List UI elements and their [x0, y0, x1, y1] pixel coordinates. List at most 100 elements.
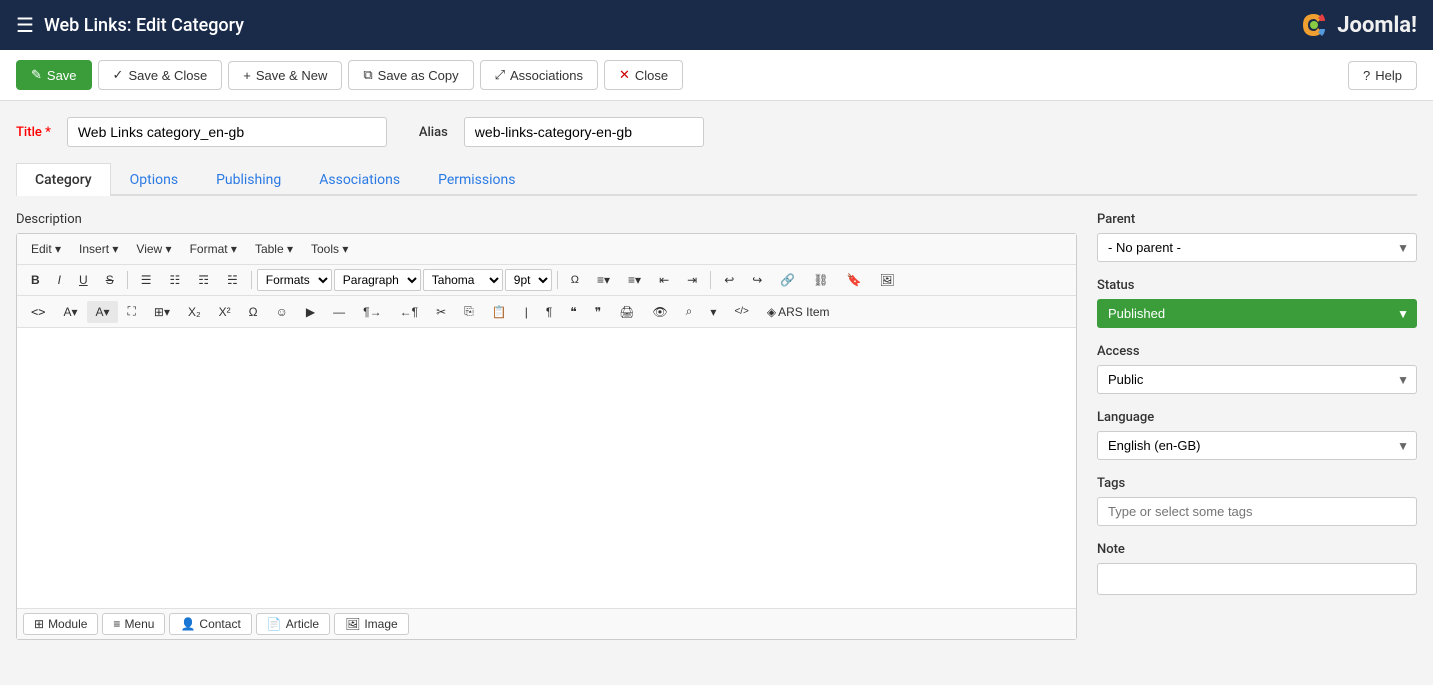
note-label: Note [1097, 542, 1417, 557]
module-button[interactable]: ⊞ Module [23, 613, 98, 635]
align-center-button[interactable]: ☷ [161, 269, 188, 291]
editor-menu-table[interactable]: Table ▾ [247, 238, 301, 260]
outdent-button[interactable]: ⇤ [651, 269, 677, 291]
note-field-group: Note [1097, 542, 1417, 595]
special-char-button[interactable]: Ω [241, 301, 266, 323]
pipe-button[interactable]: | [517, 301, 536, 323]
status-select[interactable]: Published [1097, 299, 1417, 328]
redo-button[interactable]: ↪ [744, 269, 770, 291]
editor-format-row1: B I U S ☰ ☷ ☶ ☵ Formats Paragraph [17, 265, 1076, 296]
subscript-button[interactable]: X₂ [180, 301, 209, 323]
access-select[interactable]: Public [1097, 365, 1417, 394]
status-select-wrapper: Published ▼ [1097, 299, 1417, 328]
sep4 [710, 271, 711, 289]
language-select[interactable]: English (en-GB) [1097, 431, 1417, 460]
parent-select[interactable]: - No parent - [1097, 233, 1417, 262]
editor-menu-insert[interactable]: Insert ▾ [71, 238, 126, 260]
bg-color-button[interactable]: A▾ [87, 301, 117, 323]
editor-body[interactable] [17, 328, 1076, 608]
italic-button[interactable]: I [50, 269, 69, 291]
image-button[interactable]: 🖼 [871, 269, 902, 291]
editor-menu-view[interactable]: View ▾ [128, 238, 179, 260]
save-button[interactable]: ✎ Save [16, 60, 92, 90]
tab-options[interactable]: Options [111, 163, 197, 196]
strikethrough-button[interactable]: S [98, 269, 122, 291]
main-content: Title * Alias Category Options Publishin… [0, 101, 1433, 656]
underline-button[interactable]: U [71, 269, 96, 291]
table-insert-button[interactable]: ⊞▾ [146, 301, 178, 323]
emoticon-button[interactable]: ☺ [268, 301, 296, 323]
save-close-button[interactable]: ✓ Save & Close [98, 60, 223, 90]
link-button[interactable]: 🔗 [772, 269, 803, 291]
page-title: Web Links: Edit Category [44, 15, 1295, 36]
find-button[interactable]: ⌕ [678, 300, 701, 323]
associations-button[interactable]: ⤢ Associations [480, 60, 598, 90]
language-label: Language [1097, 410, 1417, 425]
paste-button[interactable]: 📋 [484, 301, 515, 323]
align-justify-button[interactable]: ☵ [219, 269, 246, 291]
media-button[interactable]: ▶ [298, 301, 323, 323]
note-input[interactable] [1097, 563, 1417, 595]
image-icon: 🖼 [345, 617, 360, 631]
size-select[interactable]: 9pt [505, 269, 552, 291]
align-right-button[interactable]: ☶ [190, 269, 217, 291]
quote-open-button[interactable]: ❝ [562, 301, 584, 323]
tags-input[interactable] [1097, 497, 1417, 526]
tab-category[interactable]: Category [16, 163, 111, 196]
parent-label: Parent [1097, 212, 1417, 227]
tab-associations[interactable]: Associations [300, 163, 419, 196]
bold-button[interactable]: B [23, 269, 48, 291]
print-button[interactable]: 🖨 [611, 301, 642, 323]
top-bar: ☰ Web Links: Edit Category Joomla! [0, 0, 1433, 50]
tab-permissions[interactable]: Permissions [419, 163, 534, 196]
para-rtl-button[interactable]: ←¶ [392, 301, 426, 323]
numbered-list-button[interactable]: ≡▾ [620, 269, 649, 291]
associations-icon: ⤢ [495, 67, 505, 83]
preview-button[interactable]: 👁 [644, 301, 675, 323]
bullet-list-button[interactable]: ≡▾ [589, 269, 618, 291]
access-select-wrapper: Public ▼ [1097, 365, 1417, 394]
menu-button[interactable]: ≡ Menu [102, 613, 165, 635]
bookmark-button[interactable]: 🔖 [839, 269, 870, 291]
editor-menu-edit[interactable]: Edit ▾ [23, 238, 69, 260]
close-button[interactable]: ✕ Close [604, 60, 683, 90]
para-ltr-button[interactable]: ¶→ [355, 301, 389, 323]
code-button[interactable]: <> [23, 301, 53, 323]
hr-button[interactable]: — [325, 301, 353, 323]
editor-menu-tools[interactable]: Tools ▾ [303, 238, 356, 260]
sep2 [251, 271, 252, 289]
editor-menu-format[interactable]: Format ▾ [182, 238, 245, 260]
copy-button[interactable]: ⎘ [456, 300, 482, 323]
more-button[interactable]: ▾ [702, 301, 724, 323]
font-color-button[interactable]: A▾ [55, 301, 85, 323]
source-button[interactable]: </> [726, 302, 756, 321]
article-button[interactable]: 📄 Article [256, 613, 330, 635]
help-button[interactable]: ? Help [1348, 61, 1417, 90]
parent-select-wrapper: - No parent - ▼ [1097, 233, 1417, 262]
blockquote-button[interactable]: ❞ [587, 301, 609, 323]
alias-input[interactable] [464, 117, 704, 147]
undo-button[interactable]: ↩ [716, 269, 742, 291]
indent-button[interactable]: ⇥ [679, 269, 705, 291]
cut-button[interactable]: ✂ [428, 301, 454, 323]
article-icon: 📄 [267, 617, 282, 631]
parent-field-group: Parent - No parent - ▼ [1097, 212, 1417, 262]
save-new-button[interactable]: + Save & New [228, 61, 342, 90]
word-count-button[interactable]: Ω [563, 270, 587, 290]
contact-button[interactable]: 👤 Contact [169, 613, 251, 635]
unlink-button[interactable]: ⛓ [805, 269, 836, 291]
formats-select[interactable]: Formats [257, 269, 332, 291]
image-insert-button[interactable]: 🖼 Image [334, 613, 409, 635]
ars-item-button[interactable]: ◈ ARS Item [759, 301, 838, 323]
save-copy-button[interactable]: ⧉ Save as Copy [348, 60, 473, 90]
font-select[interactable]: Tahoma [423, 269, 503, 291]
editor-column: Description Edit ▾ Insert ▾ View ▾ Forma… [16, 212, 1077, 640]
align-left-button[interactable]: ☰ [133, 269, 160, 291]
tab-publishing[interactable]: Publishing [197, 163, 300, 196]
para2-button[interactable]: ¶ [538, 301, 560, 323]
content-area: Description Edit ▾ Insert ▾ View ▾ Forma… [16, 212, 1417, 640]
superscript-button[interactable]: X² [211, 301, 239, 323]
paragraph-select[interactable]: Paragraph [334, 269, 421, 291]
fullscreen-button[interactable]: ⛶ [120, 300, 144, 323]
title-input[interactable] [67, 117, 387, 147]
